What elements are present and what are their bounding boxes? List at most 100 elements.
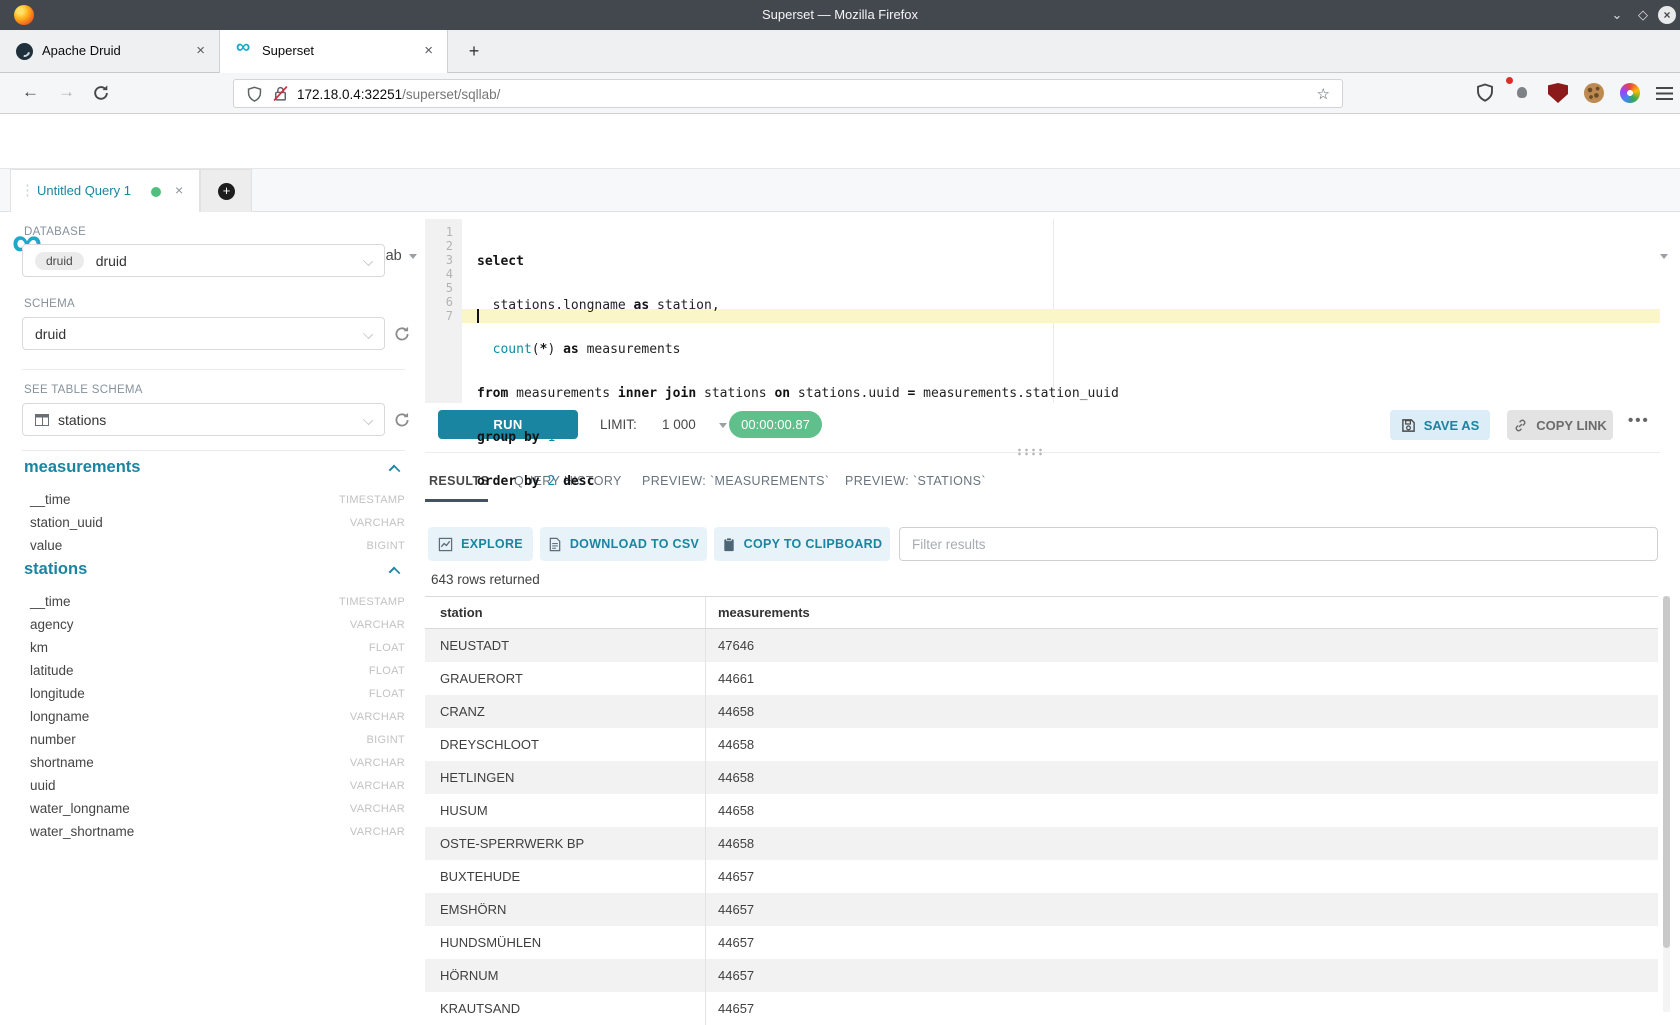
see-table-schema-label: SEE TABLE SCHEMA bbox=[24, 384, 143, 396]
table-section-measurements[interactable]: measurements bbox=[24, 458, 140, 477]
tracking-shield-icon[interactable] bbox=[246, 86, 263, 103]
table-row: NEUSTADT47646 bbox=[425, 629, 1658, 662]
column-row: valueBIGINT bbox=[24, 534, 405, 557]
ublock-origin-icon[interactable] bbox=[1548, 83, 1568, 103]
chevron-down-icon bbox=[363, 415, 373, 425]
column-type: VARCHAR bbox=[350, 803, 405, 815]
cell-measurements: 44658 bbox=[706, 794, 1658, 827]
browser-toolbar: ← → 172.18.0.4:32251/superset/sqllab/ ☆ bbox=[0, 73, 1680, 114]
column-type: VARCHAR bbox=[350, 517, 405, 529]
superset-navbar: ∞ Superset Dashboards Charts SQL Lab Dat… bbox=[0, 114, 1680, 169]
column-name: longitude bbox=[24, 686, 85, 701]
column-row: longitudeFLOAT bbox=[24, 682, 405, 705]
new-query-tab[interactable]: + bbox=[200, 169, 252, 212]
column-type: FLOAT bbox=[369, 665, 405, 677]
active-tab-underline bbox=[425, 499, 488, 502]
cell-station: OSTE-SPERRWERK BP bbox=[425, 827, 706, 860]
extension-shield-icon[interactable] bbox=[1475, 83, 1495, 103]
new-tab-button[interactable]: + bbox=[462, 40, 486, 64]
cell-measurements: 44658 bbox=[706, 827, 1658, 860]
superset-favicon: ∞ bbox=[236, 36, 250, 59]
limit-label: LIMIT: bbox=[600, 417, 637, 432]
table-row: EMSHÖRN44657 bbox=[425, 893, 1658, 926]
sql-code[interactable]: select stations.longname as station, cou… bbox=[462, 225, 1660, 563]
code-line: from measurements inner join stations on… bbox=[462, 387, 1660, 401]
table-schema-select[interactable]: stations bbox=[22, 403, 385, 436]
header-measurements[interactable]: measurements bbox=[706, 597, 1658, 628]
cookie-extension-icon[interactable] bbox=[1584, 83, 1604, 103]
browser-tabstrip: Apache Druid × ∞ Superset × + bbox=[0, 30, 1680, 73]
column-row: __timeTIMESTAMP bbox=[24, 590, 405, 613]
refresh-schema-icon[interactable] bbox=[393, 325, 411, 343]
tab-close-icon[interactable]: × bbox=[424, 42, 433, 59]
refresh-table-icon[interactable] bbox=[393, 411, 411, 429]
column-type: VARCHAR bbox=[350, 619, 405, 631]
code-line: group by 1 bbox=[462, 431, 1660, 445]
limit-value[interactable]: 1 000 bbox=[662, 417, 696, 432]
window-maximize-icon[interactable]: ◇ bbox=[1634, 6, 1652, 24]
column-row: agencyVARCHAR bbox=[24, 613, 405, 636]
column-row: water_shortnameVARCHAR bbox=[24, 820, 405, 843]
splitter-grip-icon[interactable] bbox=[1016, 448, 1044, 456]
table-scrollbar[interactable] bbox=[1663, 596, 1670, 1012]
rows-returned-text: 643 rows returned bbox=[431, 572, 540, 587]
schema-select[interactable]: druid bbox=[22, 317, 385, 350]
more-actions-button[interactable]: ••• bbox=[1628, 412, 1650, 429]
query-status-dot bbox=[151, 187, 161, 197]
column-row: kmFLOAT bbox=[24, 636, 405, 659]
browser-tab-superset[interactable]: ∞ Superset × bbox=[220, 30, 448, 73]
cell-station: GRAUERORT bbox=[425, 662, 706, 695]
window-titlebar: Superset — Mozilla Firefox ⌄ ◇ × bbox=[0, 0, 1680, 30]
drag-handle-icon[interactable]: ⋮ bbox=[20, 181, 33, 199]
column-type: FLOAT bbox=[369, 642, 405, 654]
table-header-row: station measurements bbox=[425, 596, 1658, 629]
limit-chevron-icon[interactable] bbox=[719, 423, 727, 428]
database-label: DATABASE bbox=[24, 226, 86, 238]
column-name: uuid bbox=[24, 778, 56, 793]
column-name: value bbox=[24, 538, 62, 553]
collapse-chevron-icon[interactable] bbox=[389, 567, 401, 579]
cell-measurements: 44661 bbox=[706, 662, 1658, 695]
schema-label: SCHEMA bbox=[24, 298, 75, 310]
cell-measurements: 44657 bbox=[706, 893, 1658, 926]
query-tab-bar: ⋮ Untitled Query 1 × + bbox=[0, 169, 1680, 212]
column-type: VARCHAR bbox=[350, 757, 405, 769]
column-row: latitudeFLOAT bbox=[24, 659, 405, 682]
window-menu-chevron-icon[interactable]: ⌄ bbox=[1608, 6, 1626, 24]
table-row: KRAUTSAND44657 bbox=[425, 992, 1658, 1025]
forward-icon[interactable]: → bbox=[58, 82, 75, 102]
sql-editor[interactable]: 123 456 7 select stations.longname as st… bbox=[425, 219, 1660, 403]
schema-value: druid bbox=[35, 326, 66, 342]
table-section-stations[interactable]: stations bbox=[24, 560, 87, 579]
text-cursor bbox=[477, 309, 479, 323]
cell-measurements: 44658 bbox=[706, 761, 1658, 794]
colorful-extension-icon[interactable] bbox=[1620, 83, 1640, 103]
table-icon bbox=[35, 414, 49, 426]
bookmark-star-icon[interactable]: ☆ bbox=[1317, 85, 1330, 103]
measurements-column-list: __timeTIMESTAMP station_uuidVARCHAR valu… bbox=[24, 488, 405, 557]
insecure-lock-icon[interactable] bbox=[272, 85, 289, 102]
column-name: shortname bbox=[24, 755, 94, 770]
query-tab-close-icon[interactable]: × bbox=[175, 182, 183, 198]
collapse-chevron-icon[interactable] bbox=[389, 465, 401, 477]
column-type: VARCHAR bbox=[350, 826, 405, 838]
reload-icon[interactable] bbox=[92, 84, 110, 102]
url-field[interactable]: 172.18.0.4:32251/superset/sqllab/ ☆ bbox=[233, 79, 1343, 108]
results-table: station measurements NEUSTADT47646 GRAUE… bbox=[425, 596, 1658, 1025]
browser-tab-apache-druid[interactable]: Apache Druid × bbox=[0, 30, 220, 73]
database-select[interactable]: druid druid bbox=[22, 244, 385, 277]
cell-station: CRANZ bbox=[425, 695, 706, 728]
column-type: BIGINT bbox=[367, 734, 405, 746]
table-row: DREYSCHLOOT44658 bbox=[425, 728, 1658, 761]
tab-close-icon[interactable]: × bbox=[196, 42, 205, 59]
query-tab-untitled-1[interactable]: ⋮ Untitled Query 1 × bbox=[10, 169, 200, 212]
plus-circle-icon: + bbox=[218, 183, 235, 200]
scrollbar-thumb[interactable] bbox=[1663, 596, 1670, 948]
chevron-down-icon bbox=[409, 254, 417, 259]
header-station[interactable]: station bbox=[425, 597, 706, 628]
back-icon[interactable]: ← bbox=[22, 82, 39, 102]
menu-hamburger-icon[interactable] bbox=[1656, 87, 1673, 100]
window-close-icon[interactable]: × bbox=[1658, 6, 1676, 24]
table-value: stations bbox=[58, 412, 106, 428]
column-name: __time bbox=[24, 594, 71, 609]
